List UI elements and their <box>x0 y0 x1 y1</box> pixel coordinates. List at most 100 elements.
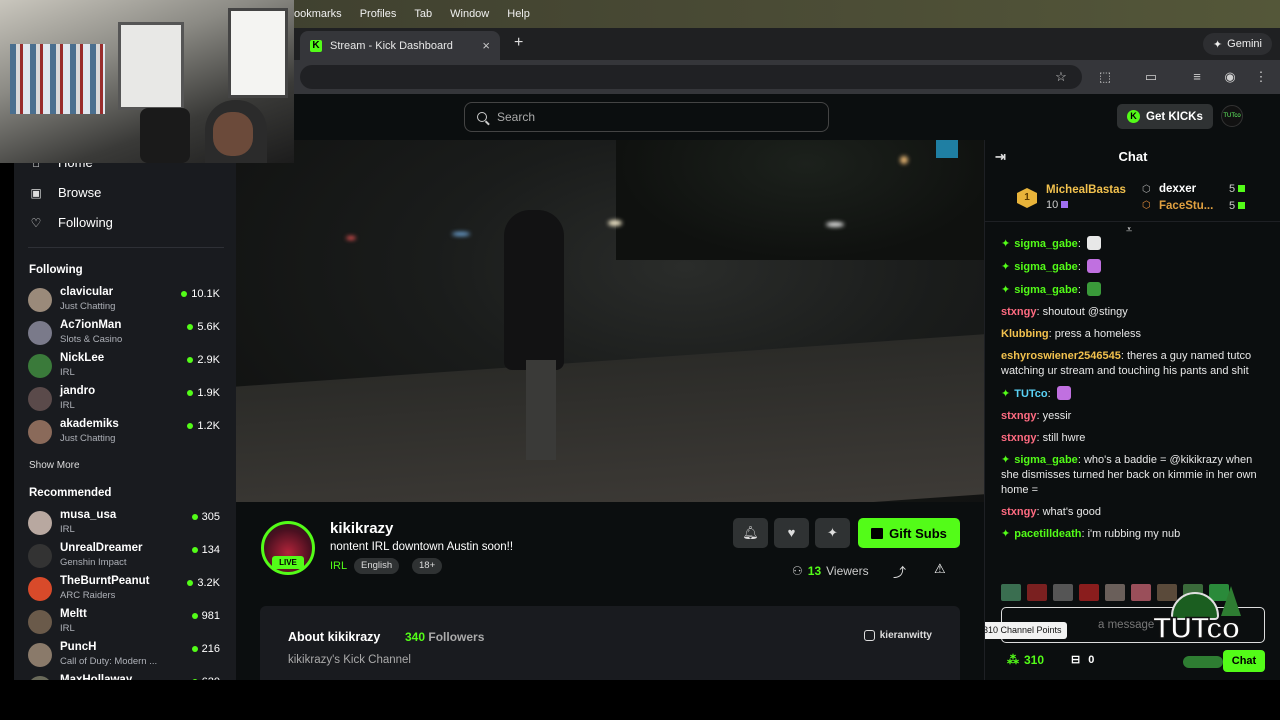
kick-favicon-icon: K <box>310 39 322 52</box>
show-more-link[interactable]: Show More <box>29 460 80 471</box>
extensions-icon[interactable]: ⬚ <box>1096 68 1114 86</box>
menu-item[interactable]: Help <box>507 8 530 20</box>
sidebar-channel[interactable]: Ac7ionMan Slots & Casino 5.6K <box>28 319 228 349</box>
bookmark-star-icon[interactable]: ☆ <box>1052 68 1070 86</box>
about-panel: About kikikrazy 340 Followers kikikrazy'… <box>260 606 960 680</box>
chat-panel: ⇥ Chat 1 MichealBastas 10 ⬡ dexxer 5 ⬡ F… <box>984 140 1280 680</box>
menu-item[interactable]: Profiles <box>360 8 397 20</box>
emote[interactable] <box>1105 584 1125 601</box>
chat-username[interactable]: TUTco <box>1014 388 1047 400</box>
followers-label: Followers <box>428 630 485 644</box>
menu-item[interactable]: Window <box>450 8 489 20</box>
emote[interactable] <box>1027 584 1047 601</box>
viewers-icon: ⚇ <box>792 564 803 578</box>
rank-badge: 1 <box>1017 188 1037 208</box>
get-kicks-button[interactable]: K Get KICKs <box>1117 104 1213 129</box>
tab-close-icon[interactable]: × <box>482 38 490 53</box>
media-controls-icon[interactable]: ≡ <box>1188 68 1206 86</box>
emote[interactable] <box>1001 584 1021 601</box>
sidebar-channel[interactable]: Meltt IRL 981 <box>28 608 228 638</box>
chat-username[interactable]: sigma_gabe <box>1014 454 1078 466</box>
channel-avatar <box>28 511 52 535</box>
sidebar-nav-following[interactable]: ♡ Following <box>28 215 228 230</box>
channel-avatar <box>28 420 52 444</box>
chat-username[interactable]: stxngy <box>1001 306 1036 318</box>
browser-tab[interactable]: K Stream - Kick Dashboard × <box>300 31 500 60</box>
gemini-button[interactable]: ✦ Gemini <box>1202 33 1272 55</box>
emote[interactable] <box>1131 584 1151 601</box>
leaderboard-name[interactable]: dexxer <box>1159 183 1196 195</box>
emote[interactable] <box>1053 584 1073 601</box>
sidebar-channel[interactable]: PuncH Call of Duty: Modern ... 216 <box>28 641 228 671</box>
recommended-heading: Recommended <box>29 487 112 499</box>
tab-title: Stream - Kick Dashboard <box>330 39 453 52</box>
clip-button[interactable]: ✦ <box>815 518 850 548</box>
search-input[interactable]: Search <box>464 102 829 132</box>
viewer-count-value: 216 <box>201 643 220 655</box>
sidebar-divider <box>28 247 224 248</box>
chat-message: ✦ pacetilldeath: i'm rubbing my nub <box>1001 527 1269 542</box>
stream-tag[interactable]: 18+ <box>412 558 443 574</box>
sidebar-channel[interactable]: jandro IRL 1.9K <box>28 385 228 415</box>
prediction-counter[interactable]: ⊟ 0 <box>1071 653 1094 667</box>
live-dot-icon <box>191 547 198 553</box>
gifter-leaderboard: 1 MichealBastas 10 ⬡ dexxer 5 ⬡ FaceStu.… <box>985 174 1280 222</box>
notifications-button[interactable]: 🔔︎ <box>733 518 768 548</box>
channel-avatar <box>28 387 52 411</box>
stream-tag[interactable]: English <box>354 558 400 574</box>
chat-username[interactable]: eshyroswiener2546545 <box>1001 350 1121 362</box>
chat-message: stxngy: still hwre <box>1001 431 1269 446</box>
user-avatar[interactable]: TUTco <box>1221 105 1243 127</box>
leaderboard-name[interactable]: FaceStu... <box>1159 200 1213 212</box>
streamer-name[interactable]: kikikrazy <box>330 520 393 537</box>
instagram-link[interactable]: kieranwitty <box>863 630 932 641</box>
chat-username[interactable]: stxngy <box>1001 410 1036 422</box>
logo-text: TUTco <box>1152 611 1241 646</box>
stream-category[interactable]: IRL <box>330 560 347 572</box>
collapse-chat-icon[interactable]: ⇥ <box>995 149 1009 165</box>
channel-viewers: 1.9K <box>187 387 220 399</box>
chat-username[interactable]: Klubbing <box>1001 328 1049 340</box>
menu-item[interactable]: Tab <box>414 8 432 20</box>
sidebar-nav-browse[interactable]: ▣ Browse <box>28 185 228 200</box>
video-light <box>346 236 356 240</box>
leaderboard-name[interactable]: MichealBastas <box>1046 184 1126 196</box>
gift-subs-button[interactable]: Gift Subs <box>858 518 960 548</box>
channel-category: Slots & Casino <box>60 334 123 345</box>
sidebar-channel[interactable]: clavicular Just Chatting 10.1K <box>28 286 228 316</box>
more-menu-icon[interactable]: ⋮ <box>1252 68 1270 86</box>
emote[interactable] <box>1079 584 1099 601</box>
profile-avatar-icon[interactable]: ◉ <box>1221 68 1239 86</box>
follow-button[interactable]: ♥ <box>774 518 809 548</box>
chat-username[interactable]: stxngy <box>1001 506 1036 518</box>
cast-icon[interactable]: ▭ <box>1142 68 1160 86</box>
share-icon[interactable]: ⤴ <box>893 562 906 581</box>
live-dot-icon <box>187 390 194 396</box>
sidebar-channel[interactable]: NickLee IRL 2.9K <box>28 352 228 382</box>
report-warning-icon[interactable]: ⚠ <box>934 561 946 577</box>
channel-viewers: 5.6K <box>187 321 220 333</box>
menu-item[interactable]: ookmarks <box>294 8 342 20</box>
chat-username[interactable]: pacetilldeath <box>1014 528 1081 540</box>
channel-name: UnrealDreamer <box>60 542 143 554</box>
chat-username[interactable]: sigma_gabe <box>1014 261 1078 273</box>
address-bar[interactable] <box>300 65 1082 89</box>
channel-viewers: 305 <box>191 511 220 523</box>
chat-message: Klubbing: press a homeless <box>1001 327 1269 342</box>
viewer-count-value: 3.2K <box>197 577 220 589</box>
sidebar-channel[interactable]: TheBurntPeanut ARC Raiders 3.2K <box>28 575 228 605</box>
viewer-count-value: 2.9K <box>197 354 220 366</box>
channel-viewers: 2.9K <box>187 354 220 366</box>
video-player[interactable] <box>236 140 984 502</box>
chat-username[interactable]: sigma_gabe <box>1014 238 1078 250</box>
sidebar-channel[interactable]: UnrealDreamer Genshin Impact 134 <box>28 542 228 572</box>
new-tab-button[interactable]: + <box>514 34 523 52</box>
menu-items: ookmarks Profiles Tab Window Help <box>294 8 530 20</box>
chat-username[interactable]: sigma_gabe <box>1014 284 1078 296</box>
channel-category: Call of Duty: Modern ... <box>60 656 158 667</box>
channel-points[interactable]: ⁂ 310 <box>1007 653 1044 667</box>
sidebar-channel[interactable]: akademiks Just Chatting 1.2K <box>28 418 228 448</box>
subscriber-badge-icon: ✦ <box>1001 261 1011 273</box>
chat-username[interactable]: stxngy <box>1001 432 1036 444</box>
sidebar-channel[interactable]: musa_usa IRL 305 <box>28 509 228 539</box>
